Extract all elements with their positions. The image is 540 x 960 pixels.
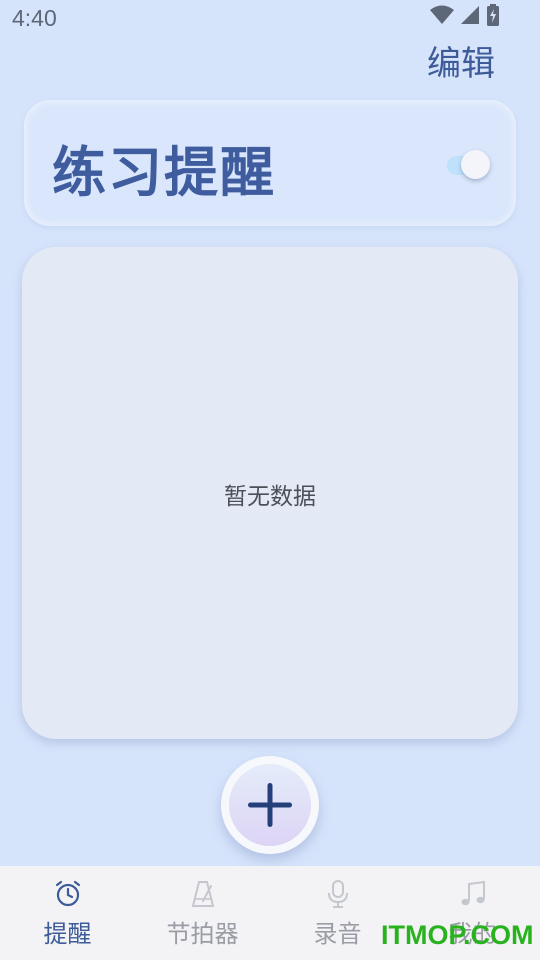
add-reminder-button[interactable] — [221, 756, 319, 854]
metronome-icon — [191, 881, 214, 907]
microphone-icon — [327, 880, 348, 908]
cell-signal-icon — [460, 5, 480, 29]
plus-icon — [248, 783, 292, 827]
reminder-list-panel: 暂无数据 — [22, 247, 518, 739]
toggle-thumb — [461, 150, 490, 179]
tab-label-metronome: 节拍器 — [166, 920, 239, 948]
status-icons — [430, 4, 500, 30]
edit-button[interactable]: 编辑 — [427, 36, 495, 85]
add-button-inner — [229, 764, 311, 846]
status-bar: 4:40 — [0, 0, 540, 40]
tab-label-reminder: 提醒 — [43, 920, 92, 948]
reminder-toggle[interactable] — [447, 150, 491, 180]
tab-reminder[interactable]: 提醒 — [0, 866, 135, 960]
alarm-clock-icon — [55, 880, 80, 907]
music-note-icon — [461, 880, 485, 906]
empty-state-text: 暂无数据 — [224, 484, 316, 510]
wifi-icon — [430, 5, 454, 29]
practice-reminder-card: 练习提醒 — [24, 100, 516, 226]
status-time: 4:40 — [12, 5, 57, 31]
tab-metronome[interactable]: 节拍器 — [135, 866, 270, 960]
battery-charging-icon — [486, 4, 500, 30]
reminder-title: 练习提醒 — [52, 141, 276, 204]
watermark-text: ITMOP.COM — [381, 920, 534, 950]
